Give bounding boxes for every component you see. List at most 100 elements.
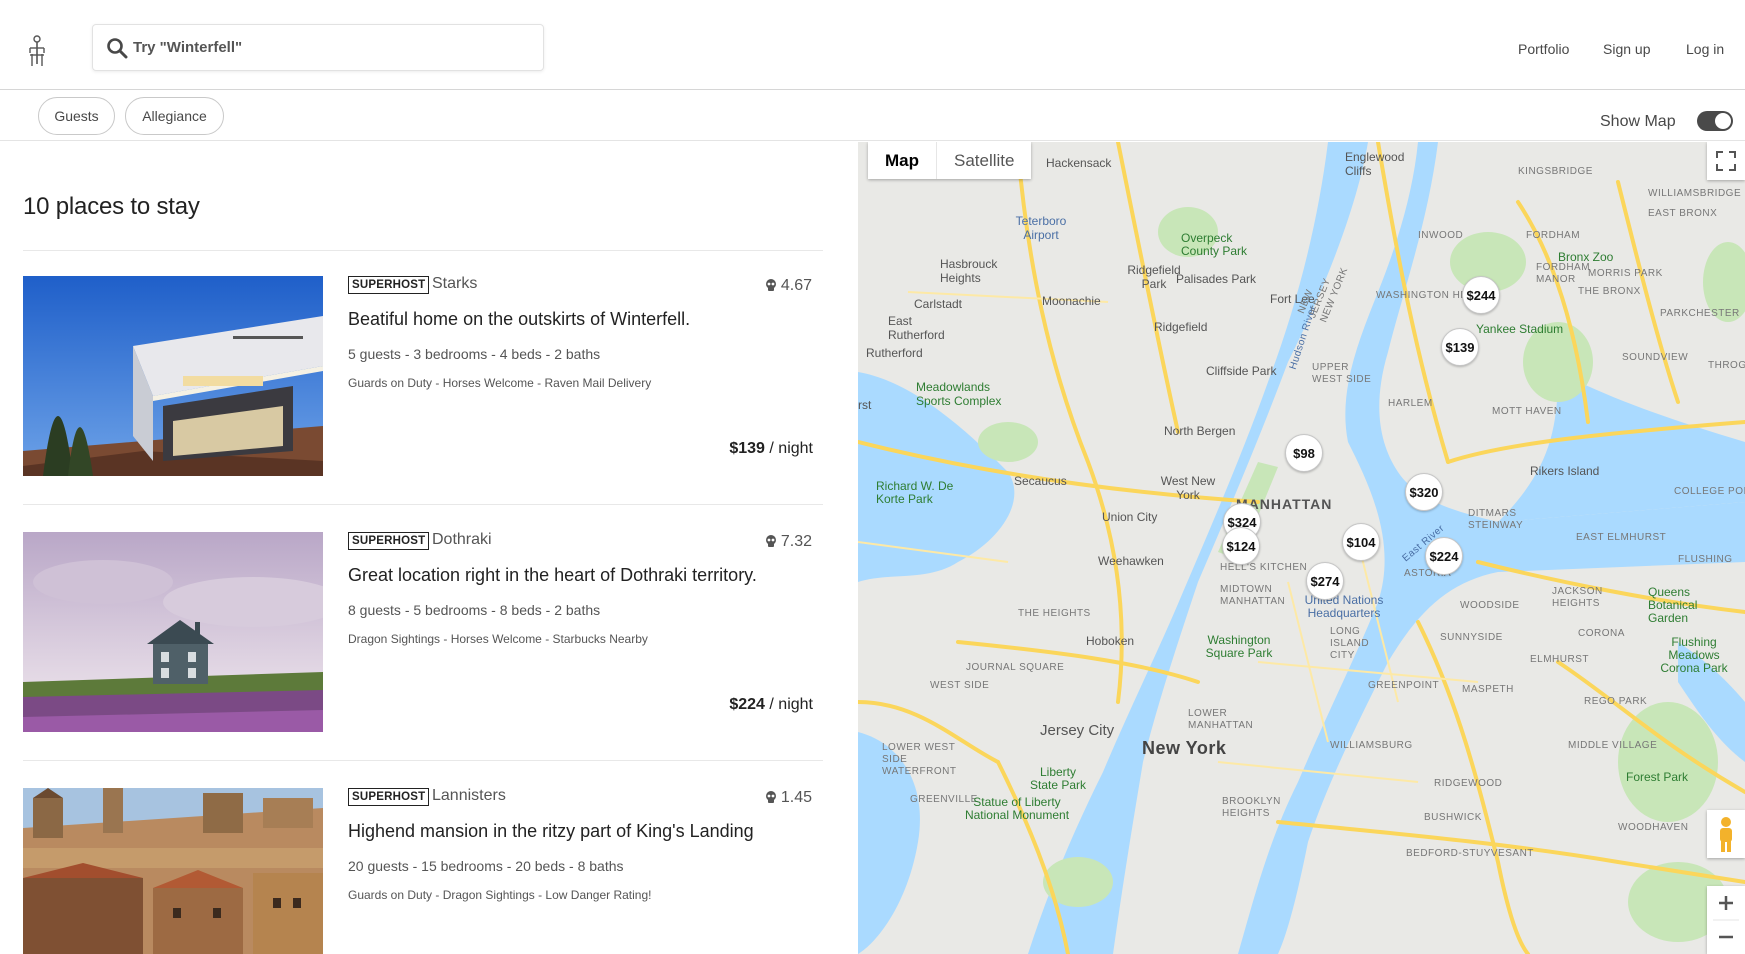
map-label: PARKCHESTER (1660, 308, 1740, 319)
price-unit: / night (769, 440, 813, 457)
price-unit: / night (769, 696, 813, 713)
map-label: Richard W. De Korte Park (876, 479, 954, 506)
price-marker[interactable]: $104 (1342, 523, 1380, 561)
price-marker[interactable]: $320 (1405, 473, 1443, 511)
rating-value: 1.45 (780, 789, 812, 806)
map-label: KINGSBRIDGE (1518, 166, 1593, 177)
map-label: SOUNDVIEW (1622, 352, 1689, 363)
listing-card[interactable]: SUPERHOST Dothraki 7.32 Great location r… (23, 531, 823, 732)
search-input[interactable] (133, 25, 533, 70)
logo-icon[interactable] (27, 34, 47, 70)
listing-house: Dothraki (432, 531, 492, 548)
map-label: Hasbrouck Heights (940, 257, 998, 285)
map-label: Rikers Island (1530, 464, 1600, 478)
fullscreen-button[interactable] (1707, 142, 1745, 180)
map-label: Flushing Meadows Corona Park (1660, 635, 1728, 675)
divider (23, 504, 823, 505)
map-label: GREENPOINT (1368, 680, 1440, 691)
map-label: Washington Square Park (1205, 633, 1273, 660)
map-label: COLLEGE POINT (1674, 486, 1745, 497)
toggle-knob (1715, 113, 1731, 129)
guests-filter-button[interactable]: Guests (38, 97, 115, 135)
map-label: ELMHURST (1530, 654, 1590, 665)
map-label: Forest Park (1626, 770, 1689, 784)
listing-rating: 1.45 (765, 789, 812, 807)
nav-signup-link[interactable]: Sign up (1603, 41, 1650, 57)
skull-icon (765, 791, 776, 803)
map-label: Weehawken (1098, 554, 1164, 568)
nav-portfolio-link[interactable]: Portfolio (1518, 41, 1569, 57)
price-marker[interactable]: $139 (1441, 328, 1479, 366)
skull-icon (765, 279, 776, 291)
map-type-satellite-button[interactable]: Satellite (937, 142, 1031, 179)
map-label: DITMARS STEINWAY (1468, 508, 1524, 531)
listing-title[interactable]: Beatiful home on the outskirts of Winter… (348, 309, 690, 330)
zoom-control (1707, 886, 1745, 954)
listing-photo[interactable] (23, 532, 323, 732)
map-label: THE BRONX (1578, 286, 1641, 297)
listing-card[interactable]: SUPERHOST Lannisters 1.45 Highend mansio… (23, 787, 823, 954)
price-value: $224 (729, 696, 765, 713)
map-label: MIDTOWN MANHATTAN (1220, 584, 1286, 607)
listing-card[interactable]: SUPERHOST Starks 4.67 Beatiful home on t… (23, 275, 823, 476)
listing-title[interactable]: Highend mansion in the ritzy part of Kin… (348, 821, 754, 842)
map-label: REGO PARK (1584, 696, 1648, 707)
map-label: Ridgefield Park (1127, 263, 1181, 291)
map-label: Cliffside Park (1206, 364, 1277, 378)
map-label: EAST ELMHURST (1576, 532, 1667, 543)
map-label: Meadowlands Sports Complex (916, 380, 1002, 408)
map-label: West New York (1160, 474, 1216, 502)
superhost-badge: SUPERHOST (348, 276, 430, 294)
map-label: Bronx Zoo (1558, 250, 1614, 264)
listing-photo[interactable] (23, 276, 323, 476)
map-label: Englewood Cliffs (1345, 150, 1405, 178)
map-label: FLUSHING (1678, 554, 1733, 565)
map-label: rst (858, 398, 872, 412)
price-marker[interactable]: $98 (1285, 434, 1323, 472)
top-header: Portfolio Sign up Log in (0, 0, 1745, 90)
map-label: LOWER WEST SIDE WATERFRONT (882, 742, 957, 777)
nav-login-link[interactable]: Log in (1686, 41, 1724, 57)
rating-value: 7.32 (780, 533, 812, 550)
map-label: HARLEM (1388, 398, 1433, 409)
map-type-map-button[interactable]: Map (868, 142, 937, 179)
price-marker[interactable]: $244 (1462, 276, 1500, 314)
price-marker[interactable]: $274 (1306, 562, 1344, 600)
map-type-control: Map Satellite (868, 142, 1032, 179)
listing-info: SUPERHOST Starks 4.67 Beatiful home on t… (348, 275, 818, 476)
map-label: Carlstadt (914, 297, 963, 311)
price-marker[interactable]: $124 (1222, 527, 1260, 565)
listing-title[interactable]: Great location right in the heart of Dot… (348, 565, 757, 586)
map-label: FORDHAM MANOR (1536, 262, 1591, 285)
map-label: WILLIAMSBURG (1330, 740, 1413, 751)
search-box[interactable] (92, 24, 544, 71)
map-label: MORRIS PARK (1588, 268, 1663, 279)
map-label: Jersey City (1040, 722, 1115, 739)
street-view-pegman[interactable] (1707, 810, 1745, 858)
pegman-icon (1720, 817, 1732, 852)
listing-stats: 5 guests - 3 bedrooms - 4 beds - 2 baths (348, 346, 601, 362)
allegiance-filter-button[interactable]: Allegiance (125, 97, 224, 135)
map-label: WEST SIDE (930, 680, 990, 691)
listing-photo[interactable] (23, 788, 323, 954)
show-map-label: Show Map (1600, 113, 1676, 130)
divider (23, 250, 823, 251)
zoom-out-button[interactable] (1707, 921, 1745, 954)
map-label: UPPER WEST SIDE (1312, 362, 1372, 385)
map-label: MASPETH (1462, 684, 1514, 695)
map-view[interactable]: Hackensack Englewood Cliffs KINGSBRIDGE … (858, 142, 1745, 954)
zoom-in-button[interactable] (1707, 886, 1745, 920)
listing-rating: 7.32 (765, 533, 812, 551)
map-label: Overpeck County Park (1181, 231, 1248, 258)
map-label: Hoboken (1086, 634, 1135, 648)
filter-bar: Guests Allegiance Show Map (0, 91, 1745, 141)
rating-value: 4.67 (780, 277, 812, 294)
results-heading: 10 places to stay (23, 193, 200, 220)
show-map-toggle[interactable] (1697, 111, 1733, 131)
listing-amenities: Dragon Sightings - Horses Welcome - Star… (348, 632, 648, 646)
listing-amenities: Guards on Duty - Dragon Sightings - Low … (348, 888, 652, 902)
price-marker[interactable]: $224 (1425, 537, 1463, 575)
map-label: CORONA (1578, 628, 1625, 639)
map-label: Teterboro Airport (1015, 214, 1067, 242)
map-label: North Bergen (1164, 424, 1236, 438)
